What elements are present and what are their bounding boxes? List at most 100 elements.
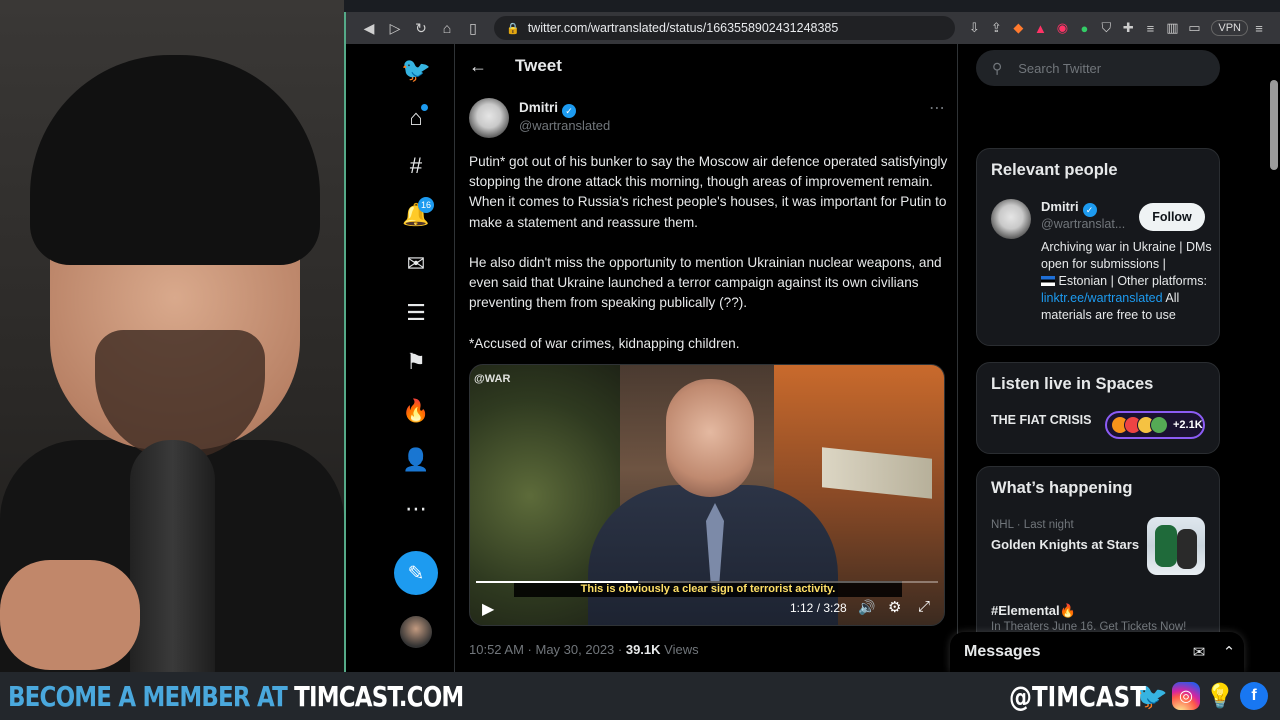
extension-icon[interactable]: ◉ [1051,20,1073,36]
url-text: twitter.com/wartranslated/status/1663558… [527,21,839,35]
home-nav-icon[interactable]: ⌂ [394,96,438,140]
tweet-time[interactable]: 10:52 AM [469,642,524,657]
author-handle[interactable]: @wartranslated [519,118,610,133]
play-icon[interactable]: ▶ [482,599,494,619]
video-watermark: @WAR [474,373,511,385]
trend-title[interactable]: #Elemental🔥 [991,603,1076,619]
menu-icon[interactable]: ≡ [1248,21,1270,36]
wallet-icon[interactable]: ▭ [1183,20,1205,36]
spaces-card: Listen live in Spaces THE FIAT CRISIS +2… [976,362,1220,454]
twitter-page: 🐦 ⌂ # 🔔 16 ✉ ☰ ⚑ 🔥 👤 ⋯ ✎ ← Tweet Dmitri ✓ … [346,44,1280,672]
banner-prefix: BECOME A MEMBER AT [8,679,295,713]
person-name[interactable]: Dmitri ✓ [1041,199,1097,217]
tweet-date[interactable]: May 30, 2023 [536,642,615,657]
messages-title: Messages [964,643,1041,660]
settings-gear-icon[interactable]: ⚙ [888,598,901,616]
views-label: Views [664,642,699,657]
more-options-icon[interactable]: ⋯ [929,98,945,118]
lists-icon[interactable]: ☰ [394,291,438,335]
page-title: Tweet [515,56,562,75]
lightbulb-icon: 💡 [1205,682,1235,710]
extension-dot-icon[interactable]: ● [1073,21,1095,36]
whats-happening-card: What’s happening NHL · Last night Golden… [976,466,1220,646]
left-nav: 🐦 ⌂ # 🔔 16 ✉ ☰ ⚑ 🔥 👤 ⋯ ✎ [378,44,454,672]
hockey-player-green [1155,525,1177,567]
space-listeners-pill[interactable]: +2.1K [1105,411,1205,439]
sidebar-icon[interactable]: ▥ [1161,20,1183,36]
person-bio: Archiving war in Ukraine | DMs open for … [1041,239,1213,324]
compose-tweet-button[interactable]: ✎ [394,551,438,595]
right-sidebar: ⚲ Search Twitter Relevant people Dmitri ✓… [976,44,1220,672]
trend-title[interactable]: Golden Knights at Stars [991,537,1139,552]
back-icon[interactable]: ◀ [356,20,382,37]
bio-text: Estonian | Other platforms: [1058,274,1207,288]
author-avatar[interactable] [469,98,509,138]
verified-badge-icon: ✓ [562,104,577,118]
home-icon[interactable]: ⌂ [434,20,460,36]
notifications-bell-icon[interactable]: 🔔 16 [394,193,438,237]
reload-icon[interactable]: ↻ [408,20,434,37]
twitter-logo-icon[interactable]: 🐦 [394,48,438,92]
person-avatar[interactable] [991,199,1031,239]
author-name-text: Dmitri [519,100,559,115]
topics-flame-icon[interactable]: 🔥 [394,389,438,433]
brave-rewards-icon[interactable]: ▲ [1029,21,1051,36]
page-scrollbar[interactable] [1270,80,1278,170]
account-avatar[interactable] [400,616,432,648]
video-subtitle: This is obviously a clear sign of terror… [514,581,902,597]
install-icon[interactable]: ⇩ [963,20,985,36]
trend-image[interactable] [1147,517,1205,575]
relevant-people-title: Relevant people [991,161,1118,179]
bio-link[interactable]: linktr.ee/wartranslated [1041,291,1163,305]
bookmark-icon[interactable]: ▯ [460,20,486,37]
shield-icon[interactable]: ⛉ [1095,20,1117,36]
membership-banner-text: BECOME A MEMBER AT TIMCAST.COM [8,679,464,713]
search-placeholder: Search Twitter [1018,60,1102,76]
expand-chevron-icon[interactable]: ⌃ [1214,643,1244,661]
estonia-flag-icon [1041,276,1055,286]
tweet-paragraph: He also didn't miss the opportunity to m… [469,255,942,311]
fullscreen-icon[interactable]: ⤢ [918,598,930,615]
whats-happening-title: What’s happening [991,479,1133,497]
listener-avatar [1150,416,1168,434]
views-count: 39.1K [625,642,661,657]
host-hand [0,560,140,670]
space-name[interactable]: THE FIAT CRISIS [991,413,1091,427]
forward-icon[interactable]: ▷ [382,20,408,37]
follow-button[interactable]: Follow [1139,203,1205,231]
tweet-meta: 10:52 AM · May 30, 2023 · 39.1K Views [469,642,699,657]
messages-envelope-icon[interactable]: ✉ [394,242,438,286]
video-progress-bar[interactable] [476,581,938,583]
profile-person-icon[interactable]: 👤 [394,438,438,482]
search-input[interactable]: ⚲ Search Twitter [976,50,1220,86]
instagram-icon: ◎ [1172,682,1200,710]
person-handle[interactable]: @wartranslat... [1041,217,1125,231]
tweet-header: ← Tweet [455,44,957,88]
more-circle-icon[interactable]: ⋯ [394,487,438,531]
new-message-icon[interactable]: ✉ [1184,643,1214,661]
listener-count: +2.1K [1173,419,1203,431]
microphone [130,440,215,672]
author-name[interactable]: Dmitri ✓ [519,100,577,118]
browser-toolbar: ◀ ▷ ↻ ⌂ ▯ 🔒 twitter.com/wartranslated/st… [346,12,1280,44]
brave-shield-icon[interactable]: ◆ [1007,20,1029,36]
volume-icon[interactable]: 🔊 [858,599,875,616]
vpn-button[interactable]: VPN [1211,20,1248,36]
lock-icon: 🔒 [506,22,520,35]
home-unread-dot [421,104,428,111]
playlist-icon[interactable]: ≡ [1139,21,1161,36]
tweet-video[interactable]: @WAR This is obviously a clear sign of t… [469,364,945,626]
bio-text: Archiving war in Ukraine | DMs open for … [1041,240,1212,271]
explore-hashtag-icon[interactable]: # [394,144,438,188]
puzzle-icon[interactable]: ✚ [1117,20,1139,36]
messages-drawer[interactable]: Messages ✉ ⌃ [950,632,1244,672]
bookmarks-icon[interactable]: ⚑ [394,340,438,384]
address-bar[interactable]: 🔒 twitter.com/wartranslated/status/16635… [494,16,956,40]
spaces-title: Listen live in Spaces [991,375,1154,393]
banner-site: TIMCAST.COM [294,679,464,713]
relevant-people-card: Relevant people Dmitri ✓ @wartranslat... … [976,148,1220,346]
browser-window: ◀ ▷ ↻ ⌂ ▯ 🔒 twitter.com/wartranslated/st… [344,12,1280,672]
social-handles: @TIMCAST 🐦 ◎ 💡 f [979,676,1268,716]
back-arrow-icon[interactable]: ← [469,56,515,77]
share-icon[interactable]: ⇪ [985,20,1007,36]
